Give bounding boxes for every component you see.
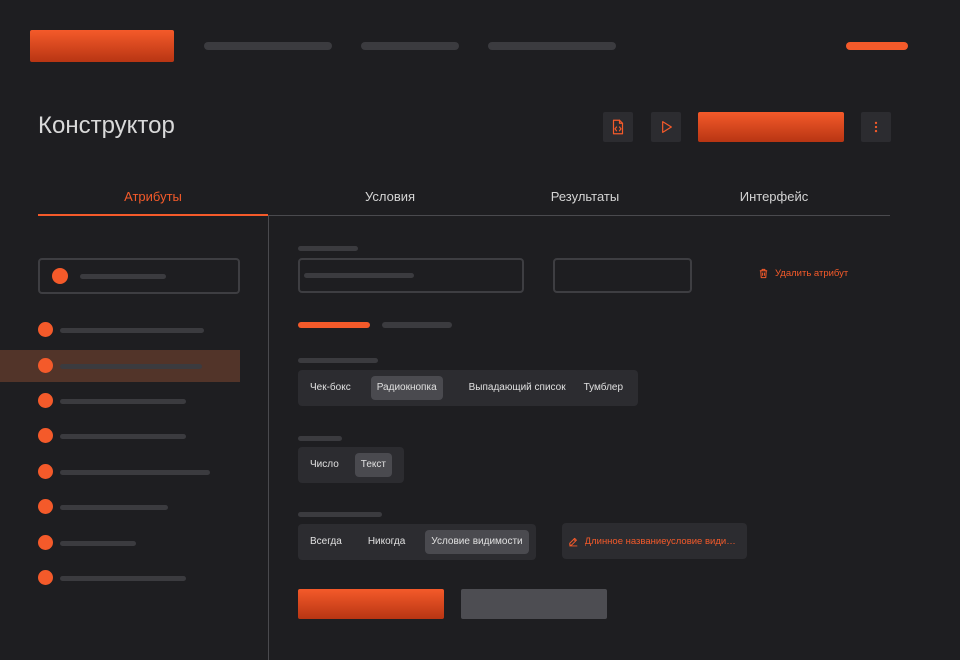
type-option-checkbox[interactable]: Чек-бокс (304, 376, 357, 400)
sidebar-item-label (60, 470, 210, 475)
input-placeholder (304, 273, 414, 278)
attribute-code-input[interactable] (553, 258, 692, 293)
subtab-inactive[interactable] (382, 322, 452, 328)
visibility-option-condition[interactable]: Условие видимости (425, 530, 529, 554)
visibility-option-always[interactable]: Всегда (304, 530, 348, 554)
type-option-dropdown[interactable]: Выпадающий список (463, 376, 572, 400)
visibility-option-never[interactable]: Никогда (362, 530, 411, 554)
sidebar-item-label (60, 328, 204, 333)
attribute-dot-icon (38, 499, 53, 514)
logo[interactable] (30, 30, 174, 62)
nav-link-2[interactable] (361, 42, 459, 50)
delete-attribute-button[interactable]: Удалить атрибут (758, 268, 848, 279)
more-vertical-icon (874, 121, 878, 133)
sidebar-item-label (60, 541, 136, 546)
tab-bar: Атрибуты Условия Результаты Интерфейс (38, 182, 890, 216)
code-view-button[interactable] (603, 112, 633, 142)
attribute-dot-icon (38, 535, 53, 550)
visibility-condition-label: Длинное названиеусловие видимо... (584, 535, 741, 547)
sidebar-item-label (60, 505, 168, 510)
attribute-dot-icon (38, 393, 53, 408)
field-label-name (298, 246, 358, 251)
attribute-dot-icon (38, 322, 53, 337)
sidebar-item-label (60, 399, 186, 404)
attribute-dot-icon (38, 428, 53, 443)
delete-attribute-label: Удалить атрибут (775, 268, 849, 279)
play-icon (662, 121, 672, 133)
field-label-type (298, 358, 378, 363)
attribute-dot-icon (38, 358, 53, 373)
nav-user-link[interactable] (846, 42, 908, 50)
save-button[interactable] (298, 589, 444, 619)
tab-results[interactable]: Результаты (512, 182, 658, 215)
cancel-button[interactable] (461, 589, 607, 619)
type-option-toggle[interactable]: Тумблер (578, 376, 629, 400)
primary-action-button[interactable] (698, 112, 844, 142)
sidebar-search-input[interactable] (38, 258, 240, 294)
sidebar-item[interactable] (0, 527, 240, 559)
more-button[interactable] (861, 112, 891, 142)
sidebar-item-label (60, 434, 186, 439)
sidebar-divider (268, 216, 269, 660)
tab-interface[interactable]: Интерфейс (658, 182, 890, 215)
format-option-text[interactable]: Текст (354, 453, 392, 477)
search-placeholder (80, 274, 166, 279)
attribute-name-input[interactable] (298, 258, 524, 293)
sidebar-item[interactable] (0, 420, 240, 452)
nav-link-1[interactable] (204, 42, 332, 50)
sidebar-item[interactable] (0, 491, 240, 523)
format-segmented-control: Число Текст (298, 447, 404, 483)
sidebar-item-label (60, 576, 186, 581)
tab-attributes[interactable]: Атрибуты (38, 182, 268, 216)
type-option-radio[interactable]: Радиокнопка (370, 376, 443, 400)
sidebar-item-selected[interactable] (0, 350, 240, 382)
tab-conditions[interactable]: Условия (268, 182, 512, 215)
sidebar-item[interactable] (0, 456, 240, 488)
page-title: Конструктор (38, 112, 175, 139)
sidebar-item[interactable] (0, 314, 240, 346)
visibility-condition-link[interactable]: Длинное названиеусловие видимо... (562, 523, 747, 559)
run-button[interactable] (651, 112, 681, 142)
sidebar-item[interactable] (0, 385, 240, 417)
nav-link-3[interactable] (488, 42, 616, 50)
sidebar-item[interactable] (0, 562, 240, 594)
subtab-active[interactable] (298, 322, 370, 328)
attribute-dot-icon (38, 464, 53, 479)
format-option-number[interactable]: Число (304, 453, 345, 477)
attribute-dot-icon (38, 570, 53, 585)
trash-icon (759, 268, 768, 279)
field-label-visibility (298, 512, 382, 517)
file-code-icon (612, 119, 624, 135)
type-segmented-control: Чек-бокс Радиокнопка Выпадающий список Т… (298, 370, 638, 406)
field-label-format (298, 436, 342, 441)
visibility-segmented-control: Всегда Никогда Условие видимости (298, 524, 536, 560)
pencil-icon (569, 537, 578, 546)
search-dot-icon (52, 268, 68, 284)
sidebar-item-label (60, 364, 202, 369)
